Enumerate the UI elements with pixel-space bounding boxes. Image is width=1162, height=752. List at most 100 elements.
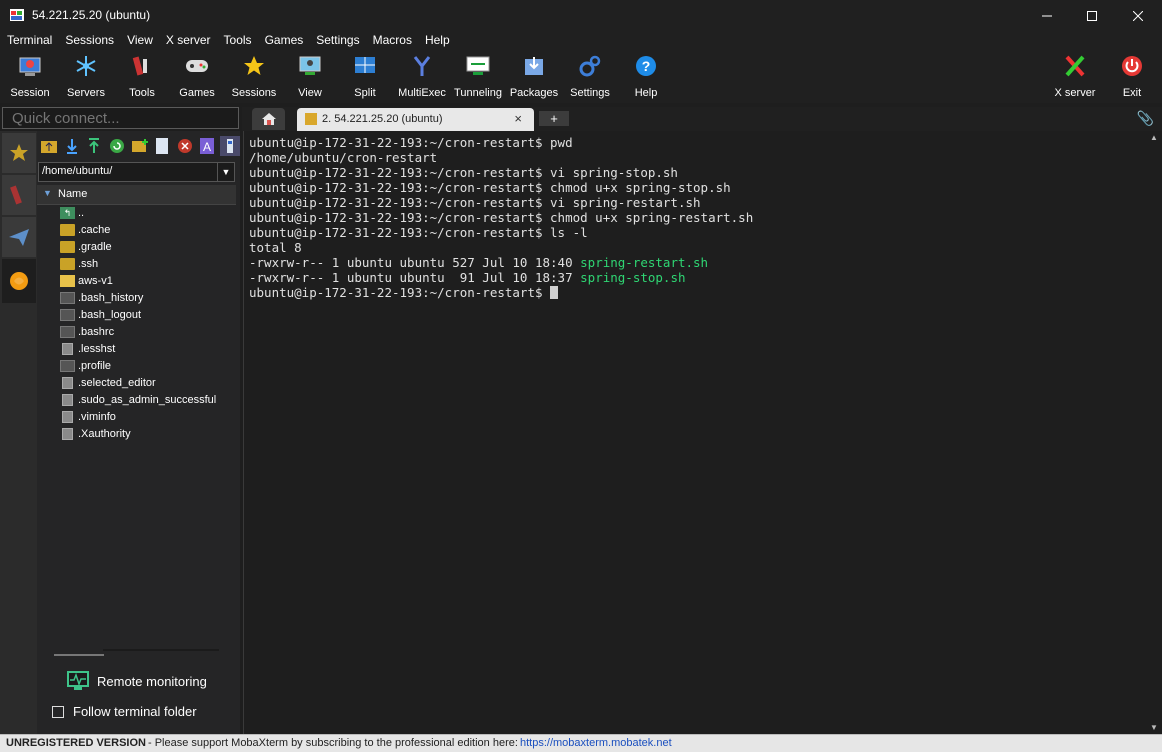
file-row-parent[interactable]: ↰..	[37, 205, 240, 222]
terminal-output: ubuntu@ip-172-31-22-193:~/cron-restart$ …	[249, 135, 753, 300]
left-rail	[0, 131, 37, 734]
tools-button[interactable]: Tools	[122, 51, 162, 103]
horizontal-scrollbar[interactable]	[103, 649, 219, 651]
rail-tab-tools[interactable]	[2, 175, 36, 215]
delete-icon	[177, 139, 192, 153]
new-folder-icon	[131, 139, 148, 152]
menu-terminal[interactable]: Terminal	[7, 31, 52, 51]
servers-button[interactable]: Servers	[65, 51, 107, 103]
download-icon	[66, 139, 77, 154]
rail-tab-sftp[interactable]	[2, 259, 36, 303]
menu-macros[interactable]: Macros	[373, 31, 412, 51]
file-row-bashrc[interactable]: .bashrc	[37, 324, 240, 341]
exit-button[interactable]: Exit	[1112, 51, 1152, 103]
menu-games[interactable]: Games	[265, 31, 304, 51]
packages-button[interactable]: Packages	[509, 51, 559, 103]
upload-icon	[89, 138, 100, 153]
rail-tab-sessions[interactable]	[2, 133, 36, 173]
settings-icon	[578, 54, 602, 78]
remote-monitoring-button[interactable]: Remote monitoring	[67, 671, 207, 691]
quick-connect-input[interactable]	[3, 108, 238, 128]
maximize-icon	[1087, 10, 1097, 21]
minimize-button[interactable]	[1024, 0, 1070, 31]
terminal-area[interactable]: ubuntu@ip-172-31-22-193:~/cron-restart$ …	[243, 131, 1147, 734]
rail-tab-macros[interactable]	[2, 217, 36, 257]
multiexec-icon	[410, 54, 434, 78]
file-row-viminfo[interactable]: .viminfo	[37, 409, 240, 426]
packages-icon	[522, 54, 546, 78]
rename-button[interactable]: A	[197, 136, 218, 156]
tools-icon	[10, 185, 22, 205]
settings-button[interactable]: Settings	[566, 51, 614, 103]
help-button[interactable]: ? Help	[626, 51, 666, 103]
ls-meta: -rwxrw-r-- 1 ubuntu ubuntu 91 Jul 10 18:…	[249, 270, 581, 285]
path-field[interactable]: /home/ubuntu/ ▼	[38, 162, 235, 182]
permissions-button[interactable]	[219, 136, 241, 156]
menu-help[interactable]: Help	[425, 31, 450, 51]
games-button[interactable]: Games	[177, 51, 217, 103]
multiexec-button[interactable]: MultiExec	[397, 51, 447, 103]
file-row-bash-logout[interactable]: .bash_logout	[37, 307, 240, 324]
tab-session-ubuntu[interactable]: 2. 54.221.25.20 (ubuntu) ×	[297, 108, 534, 131]
path-value: /home/ubuntu/	[42, 165, 113, 177]
new-tab-button[interactable]: +	[539, 111, 569, 126]
mobatek-link[interactable]: https://mobaxterm.mobatek.net	[520, 737, 672, 749]
menu-x-server[interactable]: X server	[166, 31, 211, 51]
refresh-button[interactable]	[107, 136, 128, 156]
maximize-button[interactable]	[1069, 0, 1115, 31]
file-row-aws-v1[interactable]: aws-v1	[37, 273, 240, 290]
terminal-scrollbar[interactable]: ▲ ▼	[1148, 131, 1162, 734]
sessions-button[interactable]: Sessions	[231, 51, 277, 103]
terminal-prompt: ubuntu@ip-172-31-22-193:~/cron-restart$	[249, 285, 551, 300]
sftp-bottom-panel: Remote monitoring Follow terminal folder	[37, 649, 240, 734]
file-row-profile[interactable]: .profile	[37, 358, 240, 375]
path-dropdown-button[interactable]: ▼	[217, 163, 234, 181]
x-server-icon	[1063, 54, 1087, 78]
download-button[interactable]	[62, 136, 83, 156]
menu-tools[interactable]: Tools	[224, 31, 252, 51]
file-row-selected-editor[interactable]: .selected_editor	[37, 375, 240, 392]
folder-up-button[interactable]	[39, 136, 60, 156]
sftp-icon	[10, 272, 28, 290]
upload-button[interactable]	[84, 136, 105, 156]
follow-terminal-folder[interactable]: Follow terminal folder	[52, 704, 197, 719]
file-row-sudo-as-admin[interactable]: .sudo_as_admin_successful	[37, 392, 240, 409]
session-button[interactable]: Session	[10, 51, 50, 103]
session-icon	[18, 54, 42, 78]
follow-folder-checkbox[interactable]	[52, 705, 64, 718]
menu-sessions[interactable]: Sessions	[65, 31, 114, 51]
file-row-lesshst[interactable]: .lesshst	[37, 341, 240, 358]
file-row-ssh[interactable]: .ssh	[37, 256, 240, 273]
file-row-cache[interactable]: .cache	[37, 222, 240, 239]
sort-arrow-icon: ▼	[43, 188, 52, 198]
file-row-xauthority[interactable]: .Xauthority	[37, 426, 240, 443]
delete-button[interactable]	[174, 136, 195, 156]
menu-bar: Terminal Sessions View X server Tools Ga…	[0, 31, 1162, 51]
tab-bar: 2. 54.221.25.20 (ubuntu) × + 📎	[242, 107, 1162, 131]
home-tab[interactable]	[252, 108, 285, 130]
scroll-down-icon[interactable]: ▼	[1150, 723, 1158, 732]
view-button[interactable]: View	[290, 51, 330, 103]
rename-icon: A	[200, 138, 215, 154]
split-button[interactable]: Split	[345, 51, 385, 103]
refresh-icon	[109, 139, 124, 153]
paperclip-icon[interactable]: 📎	[1137, 110, 1154, 127]
new-folder-button[interactable]	[129, 136, 150, 156]
file-icon	[60, 309, 75, 321]
menu-view[interactable]: View	[127, 31, 153, 51]
scroll-thumb[interactable]	[54, 654, 104, 656]
file-list-header[interactable]: ▼ Name	[37, 185, 236, 205]
close-window-button[interactable]	[1115, 0, 1161, 31]
folder-icon	[60, 258, 75, 270]
tunneling-button[interactable]: Tunneling	[452, 51, 504, 103]
file-icon	[62, 394, 73, 406]
scroll-up-icon[interactable]: ▲	[1150, 133, 1158, 142]
permissions-icon	[226, 139, 233, 153]
x-server-button[interactable]: X server	[1052, 51, 1098, 103]
close-tab-button[interactable]: ×	[514, 111, 522, 126]
file-row-gradle[interactable]: .gradle	[37, 239, 240, 256]
file-icon	[60, 292, 75, 304]
new-file-button[interactable]	[152, 136, 173, 156]
menu-settings[interactable]: Settings	[316, 31, 359, 51]
file-row-bash-history[interactable]: .bash_history	[37, 290, 240, 307]
